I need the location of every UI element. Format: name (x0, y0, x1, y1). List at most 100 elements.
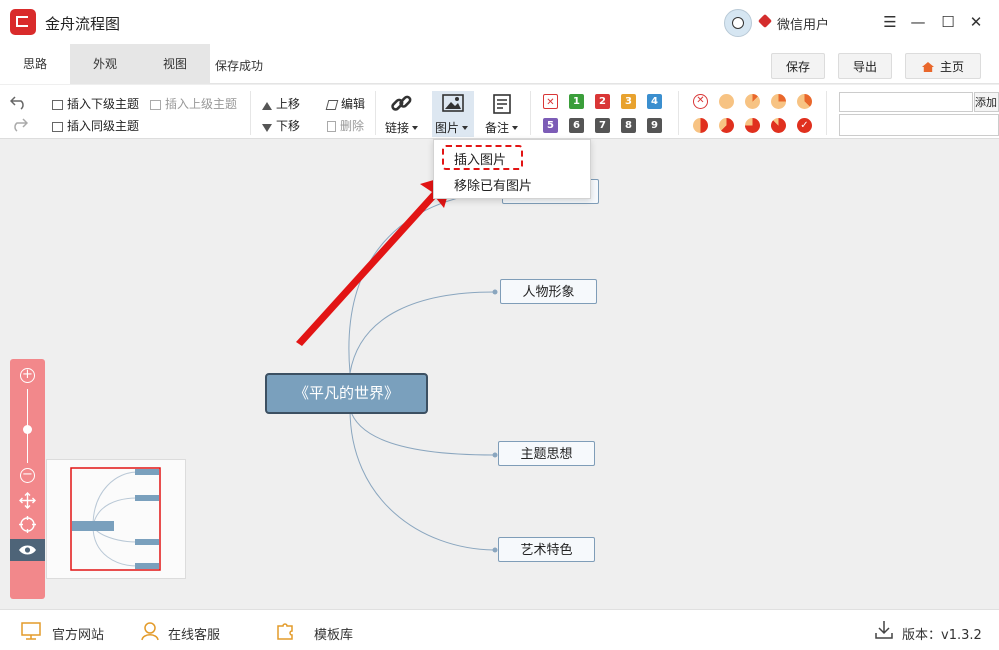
insert-child-label: 插入下级主题 (67, 97, 140, 111)
official-website-link[interactable]: 官方网站 (52, 624, 104, 643)
panda-avatar-icon[interactable] (724, 9, 752, 37)
zoom-in-icon[interactable]: + (20, 368, 35, 383)
move-down-label: 下移 (276, 119, 301, 133)
link-label: 链接 (385, 121, 410, 135)
version-label: 版本：v1.3.2 (902, 624, 982, 643)
undo-icon[interactable] (10, 94, 28, 110)
tab-view[interactable]: 视图 (140, 44, 210, 84)
save-status-text: 保存成功 (215, 59, 264, 73)
mindmap-branch-node[interactable]: 主题思想 (498, 441, 595, 466)
progress-1-2-icon[interactable] (693, 118, 708, 133)
download-icon[interactable] (875, 620, 893, 640)
priority-1-icon[interactable]: 1 (569, 94, 584, 109)
insert-parent-topic-button: 插入上级主题 (150, 95, 237, 112)
edit-label: 编辑 (341, 97, 366, 111)
minimap-toggle-button[interactable] (10, 539, 45, 561)
move-canvas-icon[interactable] (19, 492, 36, 509)
progress-3-4-icon[interactable] (745, 118, 760, 133)
insert-sibling-label: 插入同级主题 (67, 119, 140, 133)
move-down-button[interactable]: 下移 (262, 117, 300, 134)
template-library-link[interactable]: 模板库 (314, 624, 353, 643)
priority-4-icon[interactable]: 4 (647, 94, 662, 109)
fit-center-icon[interactable] (19, 516, 36, 533)
add-tag-button[interactable]: 添加 (974, 92, 999, 112)
maximize-icon[interactable]: ☐ (936, 10, 960, 34)
home-icon (921, 62, 934, 72)
minimize-icon[interactable]: — (906, 10, 930, 34)
menu-icon[interactable]: ☰ (878, 10, 902, 34)
zoom-panel: + − (10, 359, 45, 599)
link-icon[interactable] (390, 93, 414, 115)
progress-0-icon[interactable] (719, 94, 734, 109)
note-caret-icon (512, 126, 519, 130)
insert-child-topic-button[interactable]: 插入下级主题 (52, 95, 139, 112)
progress-1-8-icon[interactable] (745, 94, 760, 109)
priority-3-icon[interactable]: 3 (621, 94, 636, 109)
priority-6-icon[interactable]: 6 (569, 118, 584, 133)
progress-clear-icon[interactable]: ✕ (693, 94, 708, 109)
title-bar: 金舟流程图 微信用户 ☰ — ☐ ✕ (0, 0, 999, 44)
progress-7-8-icon[interactable] (771, 118, 786, 133)
insert-child-icon (52, 100, 63, 110)
image-dropdown-menu: 插入图片 移除已有图片 (433, 139, 591, 199)
progress-complete-icon[interactable]: ✓ (797, 118, 812, 133)
customer-service-icon (141, 622, 159, 641)
home-button[interactable]: 主页 (905, 53, 981, 79)
note-button[interactable]: 备注 (485, 119, 519, 136)
priority-5-icon[interactable]: 5 (543, 118, 558, 133)
ribbon-divider (530, 91, 531, 135)
link-caret-icon (412, 126, 419, 130)
vip-badge-icon (757, 13, 773, 29)
insert-parent-icon (150, 100, 161, 110)
online-service-link[interactable]: 在线客服 (168, 624, 220, 643)
zoom-out-icon[interactable]: − (20, 468, 35, 483)
insert-image-menu-item[interactable]: 插入图片 (454, 149, 506, 168)
progress-5-8-icon[interactable] (719, 118, 734, 133)
trash-icon (327, 121, 336, 132)
user-name[interactable]: 微信用户 (777, 14, 829, 33)
insert-sibling-topic-button[interactable]: 插入同级主题 (52, 117, 139, 134)
save-button[interactable]: 保存 (771, 53, 825, 79)
note-label: 备注 (485, 121, 510, 135)
move-up-label: 上移 (276, 97, 301, 111)
move-up-button[interactable]: 上移 (262, 95, 300, 112)
mindmap-branch-node[interactable]: 艺术特色 (498, 537, 595, 562)
image-icon[interactable] (442, 93, 464, 113)
priority-7-icon[interactable]: 7 (595, 118, 610, 133)
image-label: 图片 (435, 121, 460, 135)
export-button[interactable]: 导出 (838, 53, 892, 79)
app-title: 金舟流程图 (45, 15, 121, 33)
version-prefix: 版本： (902, 628, 942, 643)
remove-image-menu-item[interactable]: 移除已有图片 (454, 175, 532, 194)
home-button-label: 主页 (939, 60, 964, 74)
tag-select[interactable] (839, 114, 999, 136)
ribbon-divider (678, 91, 679, 135)
website-monitor-icon (21, 622, 41, 640)
zoom-slider-handle[interactable] (23, 425, 32, 434)
arrow-up-icon (262, 102, 272, 110)
progress-3-8-icon[interactable] (797, 94, 812, 109)
ribbon-divider (375, 91, 376, 135)
priority-2-icon[interactable]: 2 (595, 94, 610, 109)
note-icon[interactable] (491, 93, 513, 115)
edit-button[interactable]: 编辑 (325, 95, 366, 112)
priority-8-icon[interactable]: 8 (621, 118, 636, 133)
minimap[interactable] (46, 459, 186, 579)
tab-thinking[interactable]: 思路 (0, 44, 70, 84)
insert-parent-label: 插入上级主题 (165, 97, 238, 111)
image-button[interactable]: 图片 (435, 119, 469, 136)
priority-9-icon[interactable]: 9 (647, 118, 662, 133)
tab-appearance[interactable]: 外观 (70, 44, 140, 84)
image-caret-icon (462, 126, 469, 130)
link-button[interactable]: 链接 (385, 119, 419, 136)
redo-icon[interactable] (10, 116, 28, 132)
priority-clear-icon[interactable]: ✕ (543, 94, 558, 109)
pencil-icon (325, 100, 339, 110)
close-icon[interactable]: ✕ (964, 10, 988, 34)
minimap-preview (70, 467, 161, 571)
progress-1-4-icon[interactable] (771, 94, 786, 109)
mindmap-central-node[interactable]: 《平凡的世界》 (265, 373, 428, 414)
tag-input[interactable] (839, 92, 973, 112)
mindmap-branch-node[interactable]: 人物形象 (500, 279, 597, 304)
tab-bar: 思路 外观 视图 保存成功 保存 导出 主页 (0, 44, 999, 84)
